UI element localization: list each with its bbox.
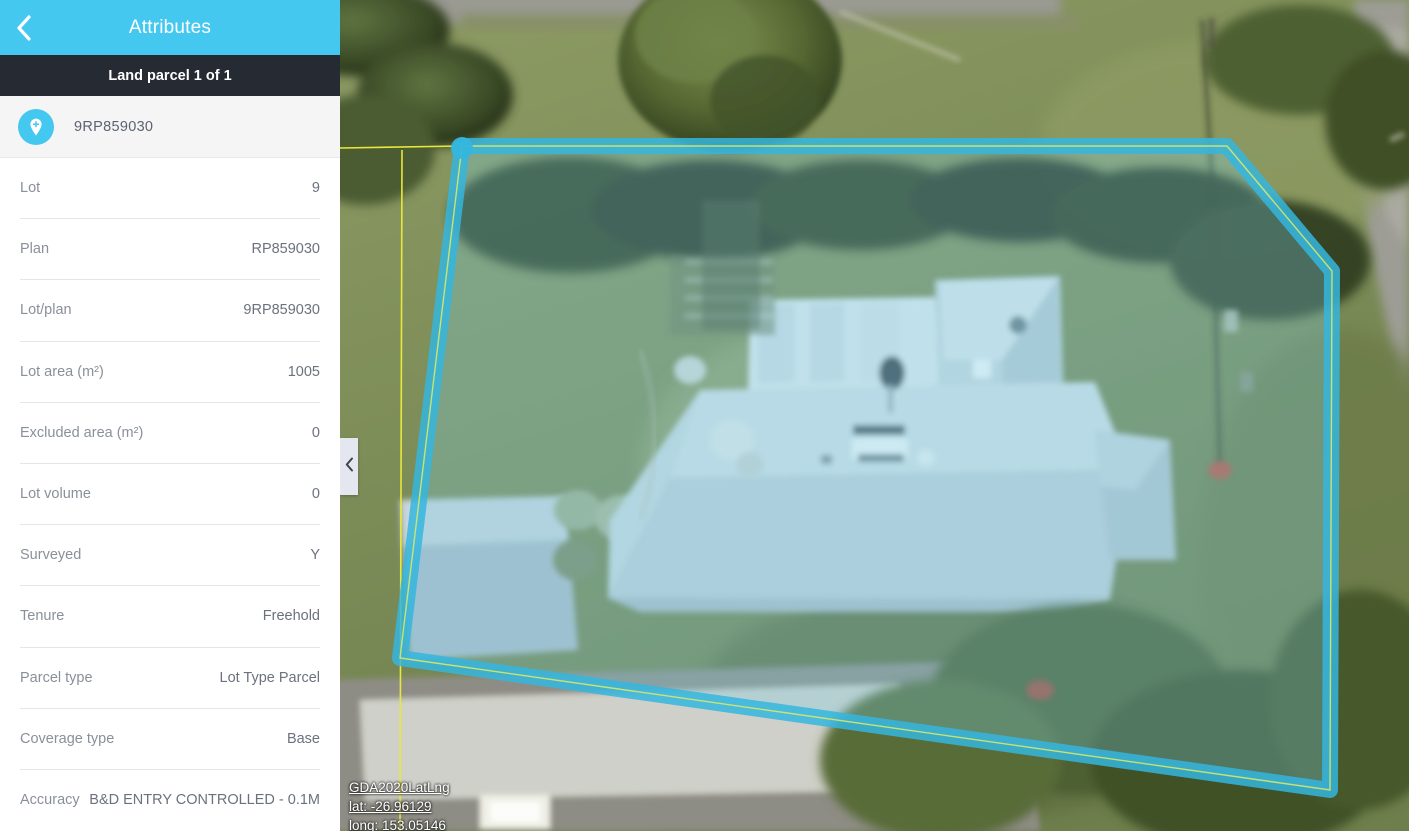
attribute-row: Surveyed Y	[20, 525, 320, 587]
chevron-left-icon	[345, 457, 354, 477]
attributes-list: Lot 9 Plan RP859030 Lot/plan 9RP859030 L…	[0, 158, 340, 831]
attribute-key: Plan	[20, 241, 50, 258]
attribute-key: Excluded area (m²)	[20, 424, 144, 441]
collapse-panel-handle[interactable]	[340, 438, 358, 495]
attribute-row: Coverage type Base	[20, 709, 320, 770]
attribute-key: Lot area (m²)	[20, 363, 104, 380]
panel-header: Attributes	[0, 0, 340, 55]
attribute-value: 9RP859030	[243, 302, 320, 319]
parcel-attributes-app: Attributes Land parcel 1 of 1 9RP859030 …	[0, 0, 1409, 831]
parcel-counter: Land parcel 1 of 1	[0, 55, 340, 96]
attribute-value: 1005	[287, 363, 320, 380]
attributes-panel: Attributes Land parcel 1 of 1 9RP859030 …	[0, 0, 340, 831]
map-pin-plus-icon	[18, 108, 54, 145]
attribute-row: Lot/plan 9RP859030	[20, 280, 320, 342]
attribute-value: Base	[286, 730, 320, 747]
attribute-row: Lot volume 0	[20, 464, 320, 526]
attribute-key: Accuracy	[20, 792, 80, 809]
attribute-key: Surveyed	[20, 547, 82, 564]
aerial-imagery	[340, 0, 1409, 831]
coordinate-latitude: lat: -26.96129	[349, 799, 432, 814]
attribute-key: Tenure	[20, 608, 65, 625]
coordinate-longitude: long: 153.05146	[349, 818, 446, 831]
attribute-key: Lot	[20, 180, 41, 197]
coordinate-readout: GDA2020LatLng lat: -26.96129 long: 153.0…	[349, 778, 450, 831]
attribute-value: 9	[311, 180, 320, 197]
attribute-key: Parcel type	[20, 669, 93, 686]
attribute-value: B&D ENTRY CONTROLLED - 0.1M	[89, 792, 320, 809]
parcel-id-label: 9RP859030	[74, 118, 154, 135]
attribute-row: Lot area (m²) 1005	[20, 342, 320, 403]
attribute-key: Lot volume	[20, 486, 91, 503]
attribute-key: Lot/plan	[20, 302, 72, 319]
attribute-value: 0	[311, 486, 320, 503]
back-button[interactable]	[0, 0, 48, 55]
attribute-value: Freehold	[262, 608, 320, 625]
attribute-row: Lot 9	[20, 158, 320, 220]
page-title: Attributes	[128, 16, 212, 38]
attribute-row: Tenure Freehold	[20, 586, 320, 648]
parcel-id-row[interactable]: 9RP859030	[0, 96, 340, 158]
chevron-left-icon	[16, 14, 32, 41]
attribute-value: 0	[311, 424, 320, 441]
attribute-value: Lot Type Parcel	[219, 669, 321, 686]
coordinate-datum: GDA2020LatLng	[349, 780, 450, 795]
attribute-value: RP859030	[251, 241, 320, 258]
attribute-value: Y	[310, 547, 320, 564]
aerial-map[interactable]: GDA2020LatLng lat: -26.96129 long: 153.0…	[340, 0, 1409, 831]
attribute-row: Parcel type Lot Type Parcel	[20, 648, 320, 709]
attribute-key: Coverage type	[20, 730, 115, 747]
attribute-row: Accuracy B&D ENTRY CONTROLLED - 0.1M	[20, 770, 320, 831]
attribute-row: Plan RP859030	[20, 219, 320, 281]
attribute-row: Excluded area (m²) 0	[20, 403, 320, 464]
